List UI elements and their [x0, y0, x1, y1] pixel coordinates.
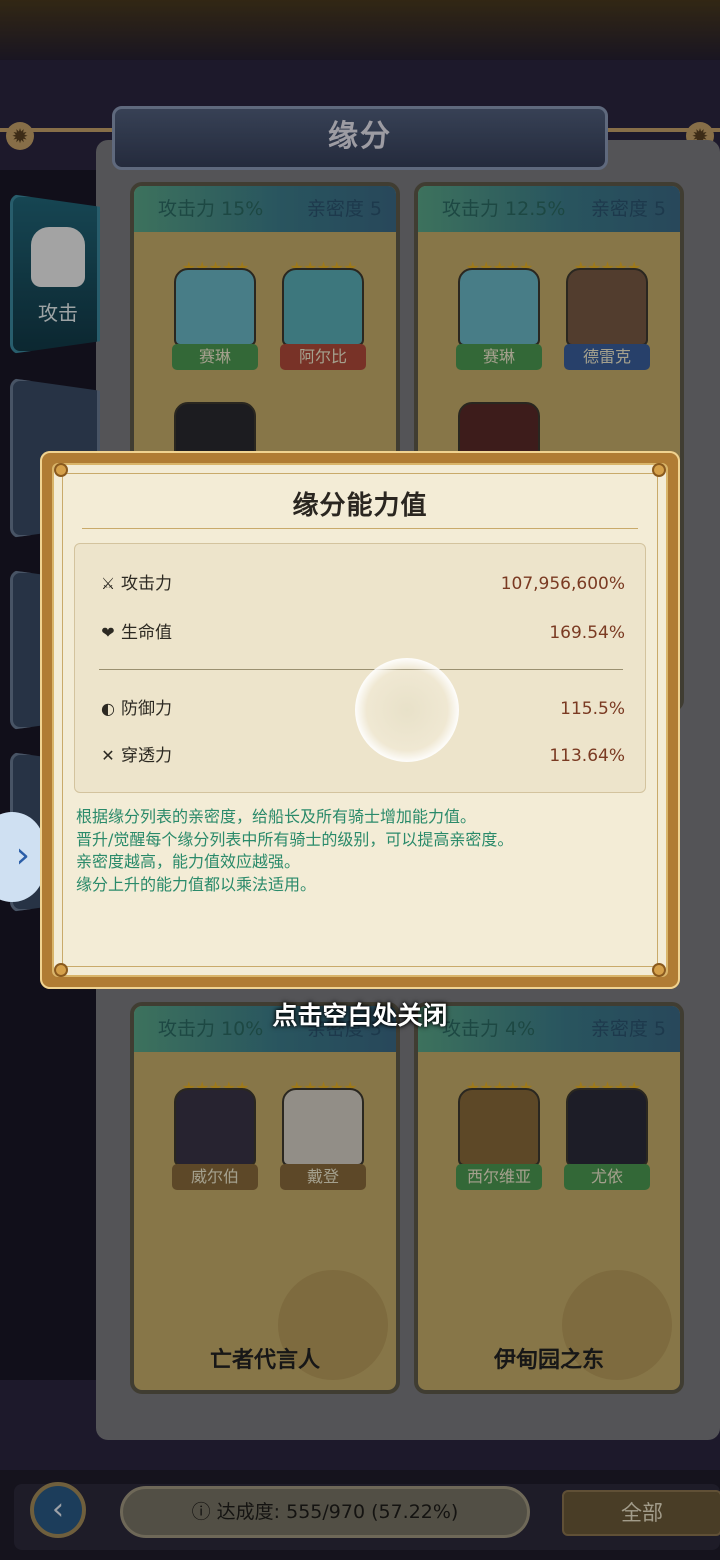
stat-row-attack: ⚔ 攻击力 107,956,600% [97, 569, 625, 599]
stat-label: 攻击力 [121, 574, 172, 594]
stat-divider [99, 669, 623, 670]
rivet-icon [652, 963, 666, 977]
rivet-icon [54, 463, 68, 477]
modal-title: 缘分能力值 [292, 491, 428, 521]
heart-icon: ❤ [101, 623, 115, 642]
sword-icon: ⚔ [100, 574, 116, 593]
shield-icon: ◐ [101, 699, 115, 718]
pierce-icon: ✕ [101, 746, 115, 765]
description-line: 缘分上升的能力值都以乘法适用。 [76, 874, 317, 894]
stat-row-pierce: ✕ 穿透力 113.64% [97, 741, 625, 771]
stat-label: 穿透力 [121, 746, 172, 766]
touch-indicator [355, 658, 459, 762]
description-line: 亲密度越高，能力值效应越强。 [76, 852, 301, 871]
stat-label: 防御力 [121, 699, 172, 719]
rivet-icon [54, 963, 68, 977]
tap-to-close-hint[interactable]: 点击空白处关闭 [0, 996, 720, 1032]
stat-value: 113.64% [549, 746, 625, 766]
stat-label: 生命值 [121, 623, 172, 643]
description-line: 晋升/觉醒每个缘分列表中所有骑士的级别，可以提高亲密度。 [76, 829, 514, 849]
title-divider [82, 528, 638, 529]
expand-sidebar-button[interactable]: › [0, 812, 44, 902]
stats-box: ⚔ 攻击力 107,956,600% ❤ 生命值 169.54% ◐ 防御力 1… [74, 543, 646, 793]
stat-value: 107,956,600% [500, 574, 625, 594]
stat-value: 115.5% [560, 699, 625, 719]
stat-value: 169.54% [549, 623, 625, 643]
description-line: 根据缘分列表的亲密度，给船长及所有骑士增加能力值。 [76, 807, 477, 826]
stat-row-hp: ❤ 生命值 169.54% [97, 618, 625, 648]
affinity-description: 根据缘分列表的亲密度，给船长及所有骑士增加能力值。 晋升/觉醒每个缘分列表中所有… [76, 806, 656, 896]
rivet-icon [652, 463, 666, 477]
